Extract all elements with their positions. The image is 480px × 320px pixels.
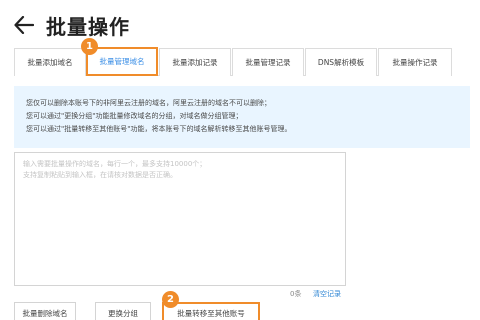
tab-batch-add-record[interactable]: 批量添加记录 xyxy=(159,48,231,76)
batch-delete-domain-button[interactable]: 批量删除域名 xyxy=(14,302,76,320)
step-badge-1: 1 xyxy=(81,38,98,55)
tab-batch-operation-log[interactable]: 批量操作记录 xyxy=(378,48,452,76)
textarea-placeholder: 支持复制粘贴到输入框，在请核对数据是否正确。 xyxy=(23,171,177,179)
change-group-button[interactable]: 更换分组 xyxy=(95,302,151,320)
page-header: 批量操作 xyxy=(14,10,130,40)
tab-batch-manage-domain[interactable]: 批量管理域名 xyxy=(86,47,158,76)
domain-input-textarea[interactable]: 输入需要批量操作的域名，每行一个，最多支持10000个； 支持复制粘贴到输入框，… xyxy=(14,152,346,286)
notice-line: 您可以通过"批量转移至其他账号"功能，将本账号下的域名解析转移至其他账号管理。 xyxy=(26,125,292,133)
tab-batch-add-domain[interactable]: 批量添加域名 xyxy=(14,48,86,76)
item-count: 0条 xyxy=(290,290,302,298)
info-notice: 您仅可以删除本账号下的非阿里云注册的域名，阿里云注册的域名不可以删除； 您可以通… xyxy=(14,86,470,148)
tab-bar: 批量添加域名 批量管理域名 批量添加记录 批量管理记录 DNS解析模板 批量操作… xyxy=(14,47,452,76)
clear-records-link[interactable]: 清空记录 xyxy=(313,289,341,299)
arrow-left-icon xyxy=(14,16,34,34)
textarea-placeholder: 输入需要批量操作的域名，每行一个，最多支持10000个； xyxy=(23,160,207,168)
back-button[interactable] xyxy=(14,14,36,36)
page-title: 批量操作 xyxy=(46,14,130,39)
tab-batch-manage-record[interactable]: 批量管理记录 xyxy=(232,48,304,76)
notice-line: 您可以通过"更换分组"功能批量修改域名的分组，对域名做分组管理； xyxy=(26,112,243,120)
notice-line: 您仅可以删除本账号下的非阿里云注册的域名，阿里云注册的域名不可以删除； xyxy=(26,99,271,107)
step-badge-2: 2 xyxy=(162,291,179,308)
tab-dns-template[interactable]: DNS解析模板 xyxy=(305,48,377,76)
